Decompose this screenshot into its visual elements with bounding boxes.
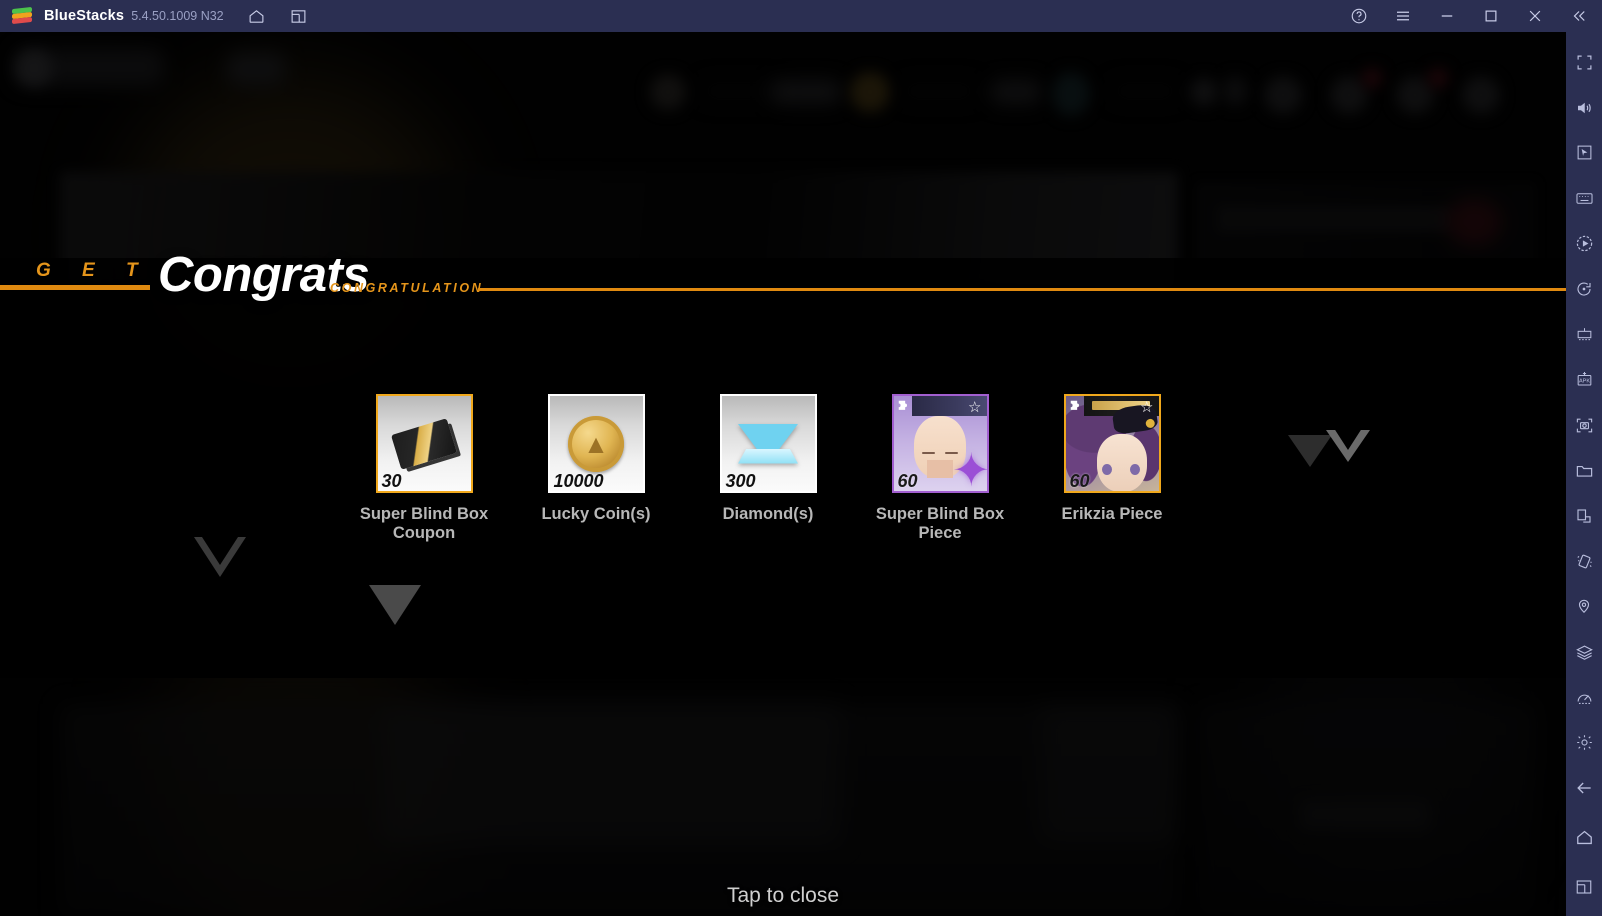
cursor-pointer-icon[interactable] xyxy=(1568,138,1600,168)
install-apk-icon[interactable]: APK xyxy=(1568,365,1600,395)
shake-icon[interactable] xyxy=(1568,546,1600,576)
media-folder-icon[interactable] xyxy=(1568,455,1600,485)
reward-label: Lucky Coin(s) xyxy=(541,505,651,523)
reward-label: Diamond(s) xyxy=(722,505,814,523)
decor-triangle-2 xyxy=(369,585,421,625)
bluestacks-logo-icon xyxy=(12,6,32,26)
bluestacks-sidebar: APK xyxy=(1566,32,1602,916)
reward-item[interactable]: ✦ ☆ 60 Super Blind Box Piece xyxy=(856,394,1024,543)
rarity-star-icon: ☆ xyxy=(968,399,982,416)
puzzle-piece-icon xyxy=(1070,400,1079,410)
double-chevron-left-icon[interactable] xyxy=(1564,1,1594,31)
settings-gear-icon[interactable] xyxy=(1568,728,1600,758)
reward-tile[interactable]: ☆ 60 xyxy=(1063,394,1161,493)
reward-item[interactable]: 30 Super Blind Box Coupon xyxy=(340,394,508,543)
maximize-icon[interactable] xyxy=(1476,1,1506,31)
help-circle-icon[interactable] xyxy=(1344,1,1374,31)
svg-text:APK: APK xyxy=(1578,379,1589,385)
performance-icon[interactable] xyxy=(1568,682,1600,712)
home-nav-icon[interactable] xyxy=(1568,822,1600,852)
titlebar: BlueStacks 5.4.50.1009 N32 xyxy=(0,0,1602,32)
volume-icon[interactable] xyxy=(1568,92,1600,122)
reward-item[interactable]: 300 Diamond(s) xyxy=(684,394,852,524)
reward-qty: 300 xyxy=(725,471,756,491)
reward-tile[interactable]: ▲ 10000 xyxy=(547,394,645,493)
window-resize-icon[interactable] xyxy=(1568,501,1600,531)
reward-item[interactable]: ☆ 60 Erikzia Piece xyxy=(1028,394,1196,524)
hamburger-menu-icon[interactable] xyxy=(1388,1,1418,31)
reward-qty: 60 xyxy=(897,471,918,491)
recents-nav-icon[interactable] xyxy=(1568,872,1600,902)
minimize-icon[interactable] xyxy=(1432,1,1462,31)
tap-to-close-hint[interactable]: Tap to close xyxy=(0,884,1566,908)
screenshot-icon[interactable] xyxy=(1568,410,1600,440)
reward-tile[interactable]: 30 xyxy=(375,394,473,493)
get-underline xyxy=(0,285,150,290)
reward-qty: 10000 xyxy=(553,471,604,491)
reward-label: Super Blind Box Piece xyxy=(875,505,1005,542)
header-rule xyxy=(478,288,1566,291)
game-viewport[interactable]: G E T Congrats CONGRATULATION 30 Super B… xyxy=(0,32,1566,916)
reward-qty: 30 xyxy=(381,471,402,491)
multi-instance-sync-icon[interactable] xyxy=(1568,319,1600,349)
rarity-star-icon: ☆ xyxy=(1140,399,1154,416)
app-name: BlueStacks xyxy=(44,8,125,24)
rotate-icon[interactable] xyxy=(1568,274,1600,304)
reward-label: Erikzia Piece xyxy=(1061,505,1163,523)
reward-item[interactable]: ▲ 10000 Lucky Coin(s) xyxy=(512,394,680,524)
reward-tile[interactable]: ✦ ☆ 60 xyxy=(891,394,989,493)
back-arrow-icon[interactable] xyxy=(1568,773,1600,803)
star-emblem-icon: ✦ xyxy=(951,444,989,493)
app-root: BlueStacks 5.4.50.1009 N32 G E T Congrat… xyxy=(0,0,1602,916)
reward-label: Super Blind Box Coupon xyxy=(359,505,489,542)
close-icon[interactable] xyxy=(1520,1,1550,31)
location-icon[interactable] xyxy=(1568,592,1600,622)
layers-icon[interactable] xyxy=(1568,637,1600,667)
reward-list: 30 Super Blind Box Coupon ▲ 10000 Lucky … xyxy=(0,394,1566,554)
reward-tile[interactable]: 300 xyxy=(719,394,817,493)
macro-record-icon[interactable] xyxy=(1568,229,1600,259)
page-subtitle: CONGRATULATION xyxy=(330,281,484,295)
keyboard-icon[interactable] xyxy=(1568,183,1600,213)
window-controls xyxy=(1330,1,1602,31)
fullscreen-icon[interactable] xyxy=(1568,47,1600,77)
app-version: 5.4.50.1009 N32 xyxy=(131,9,224,23)
reward-qty: 60 xyxy=(1069,471,1090,491)
home-icon[interactable] xyxy=(242,1,272,31)
puzzle-piece-icon xyxy=(898,400,907,410)
multi-instance-icon[interactable] xyxy=(284,1,314,31)
